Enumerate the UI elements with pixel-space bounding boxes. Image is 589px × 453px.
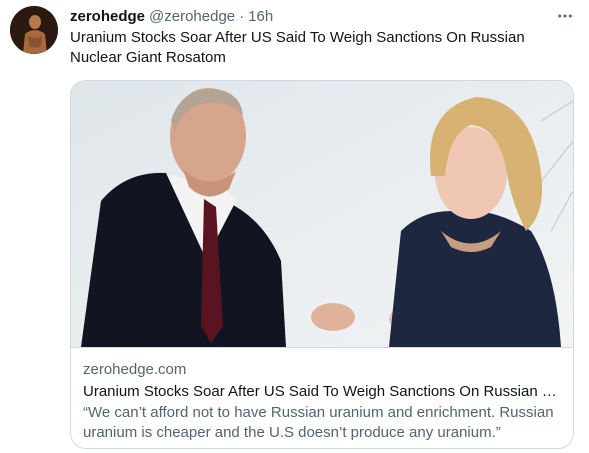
card-photo [71, 81, 573, 347]
card-domain: zerohedge.com [83, 361, 187, 378]
tweet-text: Uranium Stocks Soar After US Said To Wei… [70, 29, 525, 66]
more-options-icon [558, 14, 572, 18]
card-divider [71, 347, 573, 348]
more-options-button[interactable] [552, 6, 578, 26]
card-body: zerohedge.com Uranium Stocks Soar After … [83, 360, 561, 443]
card-image [71, 81, 573, 347]
author-handle[interactable]: @zerohedge [149, 8, 235, 25]
tweet[interactable]: zerohedge @zerohedge · 16h Uranium Stock… [0, 0, 589, 453]
tweet-header: zerohedge @zerohedge · 16h [70, 6, 273, 26]
link-card[interactable]: zerohedge.com Uranium Stocks Soar After … [70, 80, 574, 449]
author-name[interactable]: zerohedge [70, 8, 145, 25]
card-description: “We can’t afford not to have Russian ura… [83, 404, 554, 441]
avatar[interactable] [10, 6, 58, 54]
separator-dot: · [239, 7, 245, 25]
tweet-timestamp[interactable]: 16h [248, 8, 273, 25]
avatar-image [10, 6, 58, 54]
card-title: Uranium Stocks Soar After US Said To Wei… [83, 383, 561, 400]
